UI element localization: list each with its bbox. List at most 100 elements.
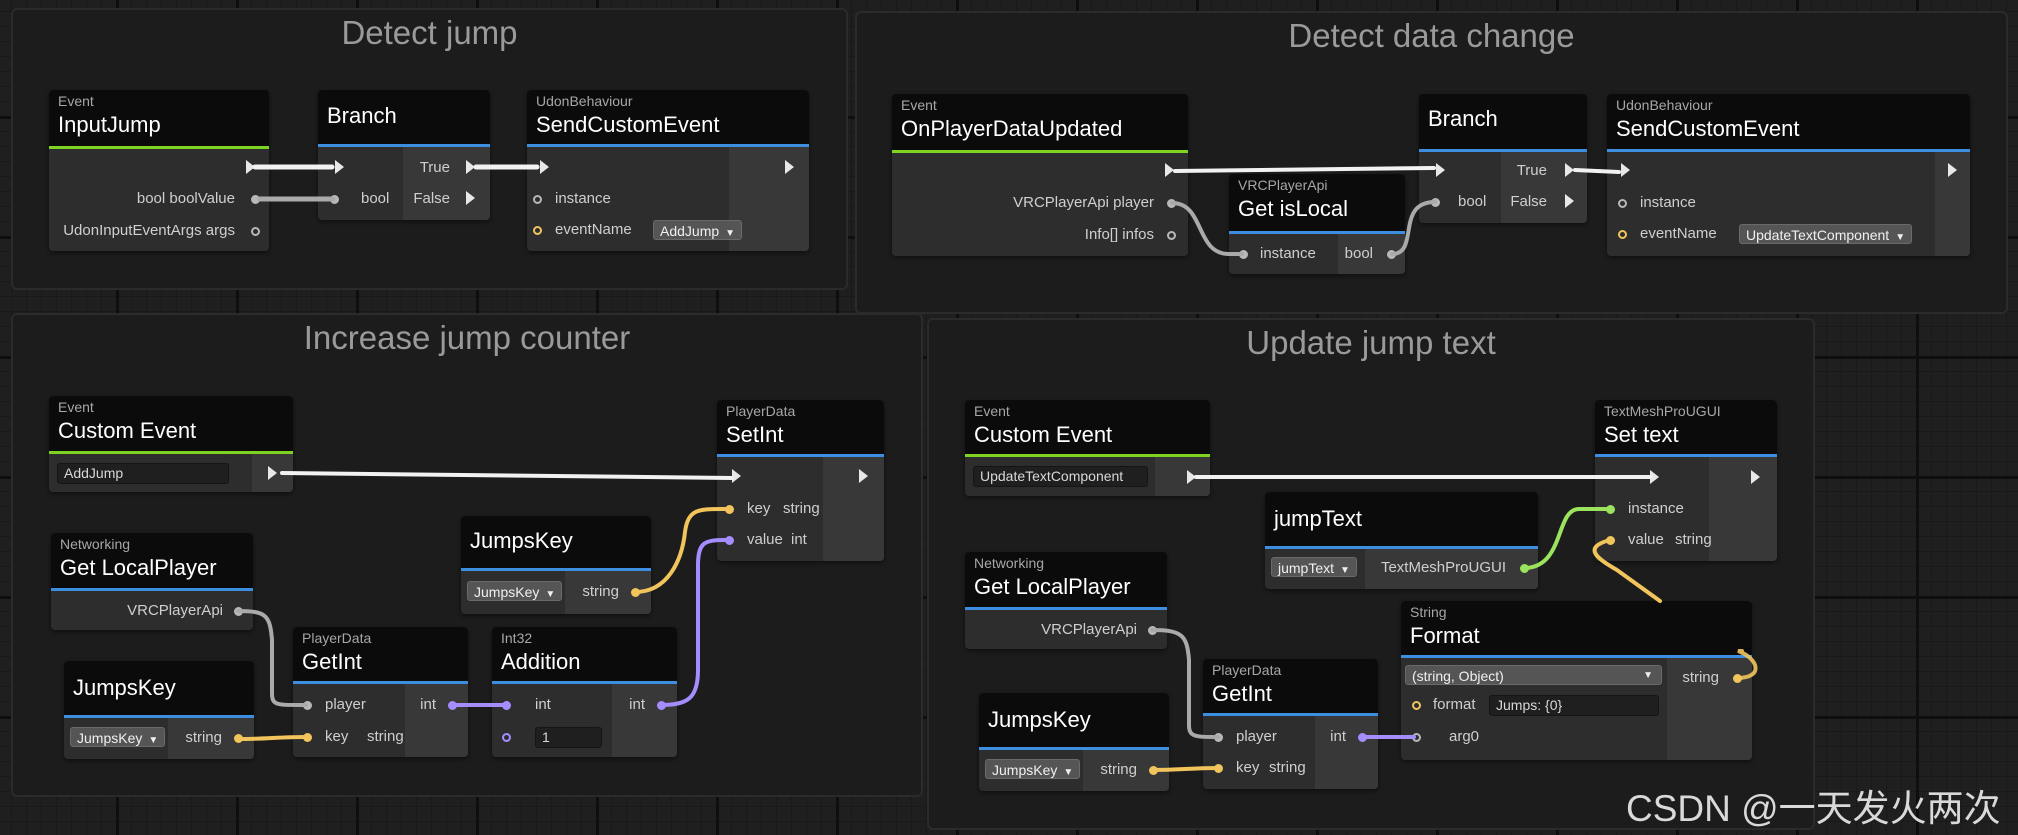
flow-out-port[interactable] xyxy=(1187,470,1196,484)
overload-dropdown[interactable]: (string, Object) ▼ xyxy=(1405,665,1662,685)
node-send-custom-event-jump[interactable]: UdonBehaviour SendCustomEvent instance e… xyxy=(527,90,809,251)
jumps-key-dropdown[interactable]: JumpsKey ▼ xyxy=(985,759,1081,779)
node-branch-jump[interactable]: Branch bool True False xyxy=(318,90,490,220)
in-int-b-port[interactable] xyxy=(502,733,511,742)
in-format-port[interactable] xyxy=(1412,701,1421,710)
in-format-label: format xyxy=(1433,696,1476,713)
out-args-port[interactable] xyxy=(251,227,260,236)
flow-false-port[interactable] xyxy=(1565,194,1574,208)
in-instance-port[interactable] xyxy=(1618,199,1627,208)
in-key-port[interactable] xyxy=(1214,764,1223,773)
in-bool-port[interactable] xyxy=(1431,198,1440,207)
out-player-port[interactable] xyxy=(1167,199,1176,208)
out-int-port[interactable] xyxy=(448,701,457,710)
in-int-a-port[interactable] xyxy=(502,701,511,710)
dropdown-value: (string, Object) xyxy=(1412,668,1504,684)
format-field[interactable]: Jumps: {0} xyxy=(1489,695,1659,716)
node-on-player-data-updated[interactable]: Event OnPlayerDataUpdated VRCPlayerApi p… xyxy=(892,94,1188,256)
out-player-label: VRCPlayerApi xyxy=(1041,621,1137,638)
flow-out-port[interactable] xyxy=(1948,163,1957,177)
jump-text-dropdown[interactable]: jumpText ▼ xyxy=(1271,557,1357,577)
in-instance-port[interactable] xyxy=(1239,250,1248,259)
int-b-field[interactable]: 1 xyxy=(535,727,602,748)
node-get-is-local[interactable]: VRCPlayerApi Get isLocal instance bool xyxy=(1229,174,1405,274)
out-infos-port[interactable] xyxy=(1167,231,1176,240)
node-jumps-key-b[interactable]: JumpsKey JumpsKey ▼ string xyxy=(64,661,254,759)
in-value-port[interactable] xyxy=(725,536,734,545)
flow-in-port[interactable] xyxy=(732,469,741,483)
node-underline xyxy=(1607,149,1970,152)
node-jumps-key-a[interactable]: JumpsKey JumpsKey ▼ string xyxy=(461,516,651,614)
jumps-key-dropdown[interactable]: JumpsKey ▼ xyxy=(467,581,563,601)
event-name-dropdown[interactable]: UpdateTextComponent ▼ xyxy=(1739,224,1913,244)
out-string-port[interactable] xyxy=(1733,674,1742,683)
out-int-port[interactable] xyxy=(657,701,666,710)
out-int-label: int xyxy=(420,696,436,713)
node-category: Networking xyxy=(60,536,131,552)
node-input-jump[interactable]: Event InputJump bool boolValue UdonInput… xyxy=(49,90,269,251)
node-branch-data[interactable]: Branch bool True False xyxy=(1419,94,1587,223)
flow-out-port[interactable] xyxy=(1165,163,1174,177)
flow-out-port[interactable] xyxy=(785,160,794,174)
node-underline xyxy=(51,588,253,591)
flow-false-port[interactable] xyxy=(466,191,475,205)
flow-true-port[interactable] xyxy=(466,160,475,174)
out-player-port[interactable] xyxy=(234,607,243,616)
jumps-key-dropdown[interactable]: JumpsKey ▼ xyxy=(70,727,166,747)
node-get-local-player-a[interactable]: Networking Get LocalPlayer VRCPlayerApi xyxy=(51,533,253,630)
out-player-port[interactable] xyxy=(1148,626,1157,635)
in-key-port[interactable] xyxy=(303,733,312,742)
out-args-label: UdonInputEventArgs args xyxy=(63,222,235,239)
node-jump-text[interactable]: jumpText jumpText ▼ TextMeshProUGUI xyxy=(1265,492,1538,589)
out-string-port[interactable] xyxy=(1149,766,1158,775)
in-player-port[interactable] xyxy=(303,701,312,710)
out-bool-port[interactable] xyxy=(251,195,260,204)
flow-out-port[interactable] xyxy=(1751,470,1760,484)
in-value-port[interactable] xyxy=(1606,536,1615,545)
node-title: SendCustomEvent xyxy=(1616,116,1800,141)
flow-out-port[interactable] xyxy=(268,466,277,480)
node-get-int-b[interactable]: PlayerData GetInt player key string int xyxy=(1203,659,1378,789)
node-set-int[interactable]: PlayerData SetInt key string value int xyxy=(717,400,884,561)
out-bool-port[interactable] xyxy=(1387,250,1396,259)
event-name-field[interactable]: UpdateTextComponent xyxy=(973,466,1148,487)
node-send-custom-event-data[interactable]: UdonBehaviour SendCustomEvent instance e… xyxy=(1607,94,1970,256)
out-textmesh-port[interactable] xyxy=(1520,564,1529,573)
in-key-label: key xyxy=(747,500,771,517)
node-set-text[interactable]: TextMeshProUGUI Set text instance value … xyxy=(1595,400,1777,561)
node-jumps-key-c[interactable]: JumpsKey JumpsKey ▼ string xyxy=(979,693,1169,791)
node-addition[interactable]: Int32 Addition int 1 int xyxy=(492,627,677,757)
node-category: UdonBehaviour xyxy=(536,93,633,109)
out-string-port[interactable] xyxy=(234,734,243,743)
flow-in-port[interactable] xyxy=(540,160,549,174)
in-arg0-port[interactable] xyxy=(1412,733,1421,742)
flow-out-port[interactable] xyxy=(246,160,255,174)
flow-in-port[interactable] xyxy=(1621,163,1630,177)
in-instance-port[interactable] xyxy=(1606,505,1615,514)
in-instance-port[interactable] xyxy=(533,195,542,204)
out-int-port[interactable] xyxy=(1358,733,1367,742)
flow-in-port[interactable] xyxy=(1650,470,1659,484)
node-title: GetInt xyxy=(1212,681,1272,706)
flow-in-port[interactable] xyxy=(335,160,344,174)
in-key-port[interactable] xyxy=(725,505,734,514)
out-string-port[interactable] xyxy=(631,588,640,597)
chevron-down-icon: ▼ xyxy=(148,735,159,746)
node-category: PlayerData xyxy=(726,403,796,419)
event-name-dropdown[interactable]: AddJump ▼ xyxy=(653,220,743,240)
node-get-int-a[interactable]: PlayerData GetInt player key string int xyxy=(293,627,468,757)
in-key-type: string xyxy=(367,728,404,745)
node-category: Event xyxy=(974,403,1010,419)
node-format[interactable]: String Format (string, Object) ▼ format J… xyxy=(1401,601,1752,760)
node-custom-event-update[interactable]: Event Custom Event UpdateTextComponent xyxy=(965,400,1210,496)
flow-in-port[interactable] xyxy=(1436,163,1445,177)
flow-true-port[interactable] xyxy=(1565,163,1574,177)
in-player-port[interactable] xyxy=(1214,733,1223,742)
event-name-field[interactable]: AddJump xyxy=(57,463,229,484)
node-custom-event-addjump[interactable]: Event Custom Event AddJump xyxy=(49,396,293,492)
in-bool-port[interactable] xyxy=(330,195,339,204)
in-event-name-port[interactable] xyxy=(533,226,542,235)
node-get-local-player-b[interactable]: Networking Get LocalPlayer VRCPlayerApi xyxy=(965,552,1167,649)
flow-out-port[interactable] xyxy=(859,469,868,483)
in-event-name-port[interactable] xyxy=(1618,230,1627,239)
